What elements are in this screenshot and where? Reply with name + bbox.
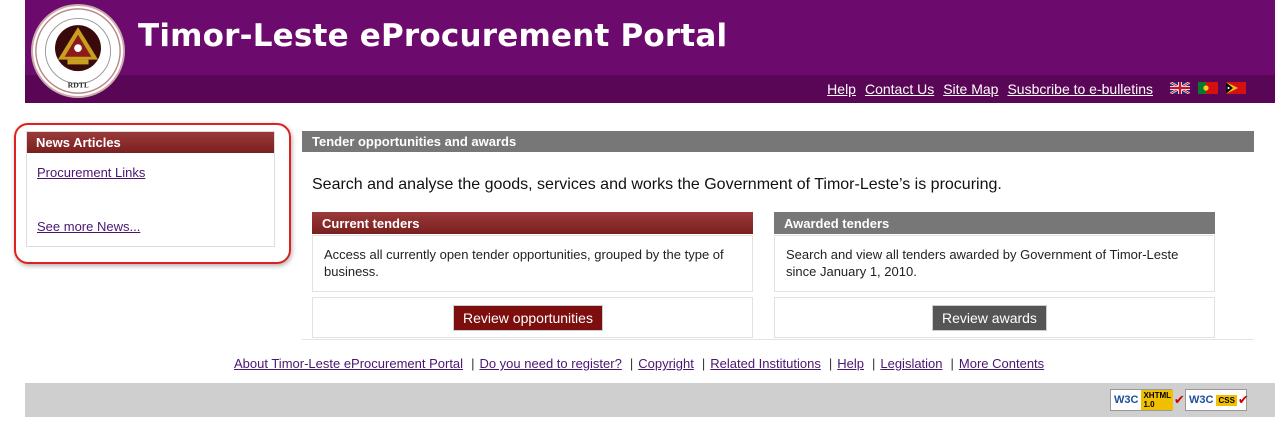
- footer-legislation-link[interactable]: Legislation: [880, 356, 942, 371]
- main-panel-title: Tender opportunities and awards: [302, 131, 1254, 152]
- footer-separator: |: [471, 356, 475, 371]
- site-title: Timor-Leste eProcurement Portal: [138, 18, 728, 54]
- footer-separator: |: [701, 356, 706, 371]
- awarded-tenders-title: Awarded tenders: [774, 212, 1215, 234]
- review-opportunities-button[interactable]: Review opportunities: [453, 305, 603, 331]
- procurement-links-link[interactable]: Procurement Links: [37, 165, 145, 180]
- news-articles-panel: News Articles Procurement Links See more…: [26, 131, 275, 247]
- nav-sitemap-link[interactable]: Site Map: [943, 81, 998, 97]
- nav-help-link[interactable]: Help: [827, 81, 856, 97]
- footer-about-link[interactable]: About Timor-Leste eProcurement Portal: [234, 356, 463, 371]
- footer-bar: W3C XHTML 1.0 ✔ W3C CSS ✔: [25, 383, 1275, 417]
- footer-separator: |: [950, 356, 954, 371]
- w3c-logo: W3C: [1189, 394, 1214, 406]
- awarded-tenders-text: Search and view all tenders awarded by G…: [774, 235, 1215, 292]
- nav-subscribe-link[interactable]: Susbcribe to e-bulletins: [1007, 81, 1153, 97]
- check-icon: ✔: [1237, 392, 1249, 407]
- footer-copyright-link[interactable]: Copyright: [638, 356, 694, 371]
- w3c-xhtml-badge[interactable]: W3C XHTML 1.0 ✔: [1110, 389, 1185, 411]
- portugal-flag-icon[interactable]: [1198, 82, 1218, 94]
- review-awards-button[interactable]: Review awards: [932, 305, 1047, 331]
- national-seal-icon: RDTL: [31, 4, 125, 98]
- main-description: Search and analyse the goods, services a…: [312, 176, 1002, 193]
- current-tenders-text: Access all currently open tender opportu…: [312, 235, 753, 292]
- footer-help-link[interactable]: Help: [837, 356, 864, 371]
- footer-separator: |: [629, 356, 634, 371]
- footer-separator: |: [828, 356, 833, 371]
- w3c-logo: W3C: [1114, 394, 1139, 406]
- nav-contact-link[interactable]: Contact Us: [865, 81, 934, 97]
- news-panel-title: News Articles: [27, 132, 274, 153]
- top-nav: Help Contact Us Site Map Susbcribe to e-…: [827, 81, 1153, 97]
- seal-abbrev: RDTL: [67, 81, 88, 89]
- footer-separator: |: [871, 356, 876, 371]
- language-flags: [1170, 82, 1246, 94]
- css-badge-label: CSS: [1216, 394, 1237, 406]
- footer-nav: About Timor-Leste eProcurement Portal | …: [234, 356, 1044, 371]
- footer-related-link[interactable]: Related Institutions: [710, 356, 821, 371]
- footer-more-link[interactable]: More Contents: [959, 356, 1044, 371]
- timor-leste-flag-icon[interactable]: [1226, 82, 1246, 94]
- footer-register-link[interactable]: Do you need to register?: [479, 356, 621, 371]
- check-icon: ✔: [1173, 392, 1185, 407]
- site-header: RDTL Timor-Leste eProcurement Portal Hel…: [25, 0, 1275, 103]
- see-more-news-link[interactable]: See more News...: [37, 219, 140, 234]
- current-tenders-title: Current tenders: [312, 212, 753, 234]
- uk-flag-icon[interactable]: [1170, 82, 1190, 94]
- xhtml-badge-label: XHTML 1.0: [1141, 390, 1173, 410]
- w3c-css-badge[interactable]: W3C CSS ✔: [1185, 389, 1249, 411]
